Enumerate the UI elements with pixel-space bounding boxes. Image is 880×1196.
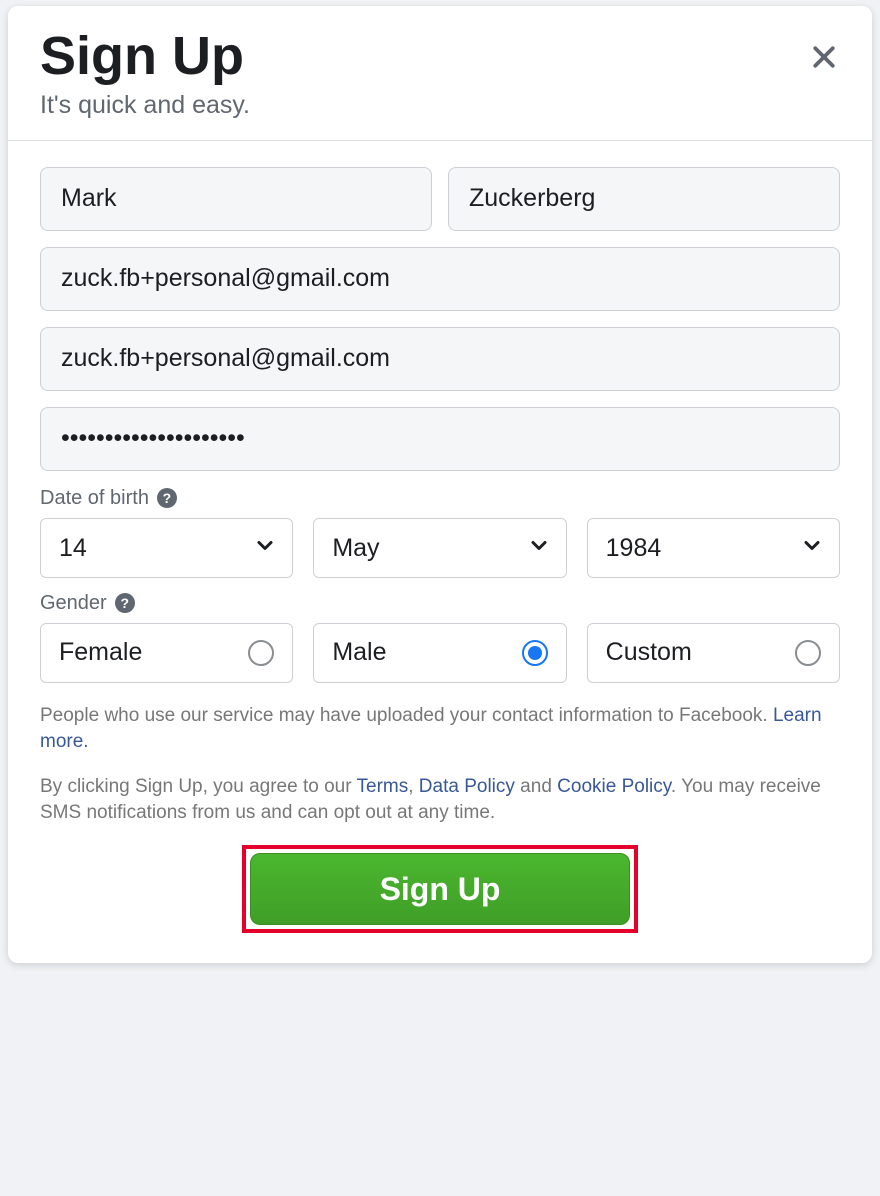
gender-label: Gender (40, 592, 107, 615)
radio-icon (522, 640, 548, 666)
close-button[interactable] (806, 40, 842, 76)
gender-option-female[interactable]: Female (40, 623, 293, 683)
gender-option-custom[interactable]: Custom (587, 623, 840, 683)
close-icon (809, 60, 839, 75)
modal-body: Date of birth ? 14 May (8, 141, 872, 963)
help-icon[interactable]: ? (115, 593, 135, 613)
help-icon[interactable]: ? (157, 488, 177, 508)
gender-option-label: Female (59, 638, 142, 667)
modal-subtitle: It's quick and easy. (40, 91, 840, 120)
dob-day-select[interactable]: 14 (40, 518, 293, 578)
first-name-input[interactable] (40, 167, 432, 231)
gender-label-row: Gender ? (40, 592, 840, 615)
last-name-input[interactable] (448, 167, 840, 231)
radio-icon (248, 640, 274, 666)
dob-label-row: Date of birth ? (40, 487, 840, 510)
password-input[interactable] (40, 407, 840, 471)
email-confirm-input[interactable] (40, 327, 840, 391)
contact-disclosure: People who use our service may have uplo… (40, 703, 840, 756)
email-input[interactable] (40, 247, 840, 311)
dob-label: Date of birth (40, 487, 149, 510)
gender-option-male[interactable]: Male (313, 623, 566, 683)
signup-button[interactable]: Sign Up (250, 853, 630, 925)
modal-title: Sign Up (40, 28, 840, 85)
radio-icon (795, 640, 821, 666)
terms-disclosure: By clicking Sign Up, you agree to our Te… (40, 774, 840, 827)
data-policy-link[interactable]: Data Policy (419, 776, 515, 797)
signup-modal: Sign Up It's quick and easy. Date of bir… (8, 6, 872, 963)
dob-year-select[interactable]: 1984 (587, 518, 840, 578)
gender-option-label: Male (332, 638, 386, 667)
terms-link[interactable]: Terms (357, 776, 409, 797)
gender-option-label: Custom (606, 638, 692, 667)
highlight-box: Sign Up (242, 845, 638, 933)
modal-header: Sign Up It's quick and easy. (8, 6, 872, 141)
cookie-policy-link[interactable]: Cookie Policy (557, 776, 671, 797)
dob-month-select[interactable]: May (313, 518, 566, 578)
